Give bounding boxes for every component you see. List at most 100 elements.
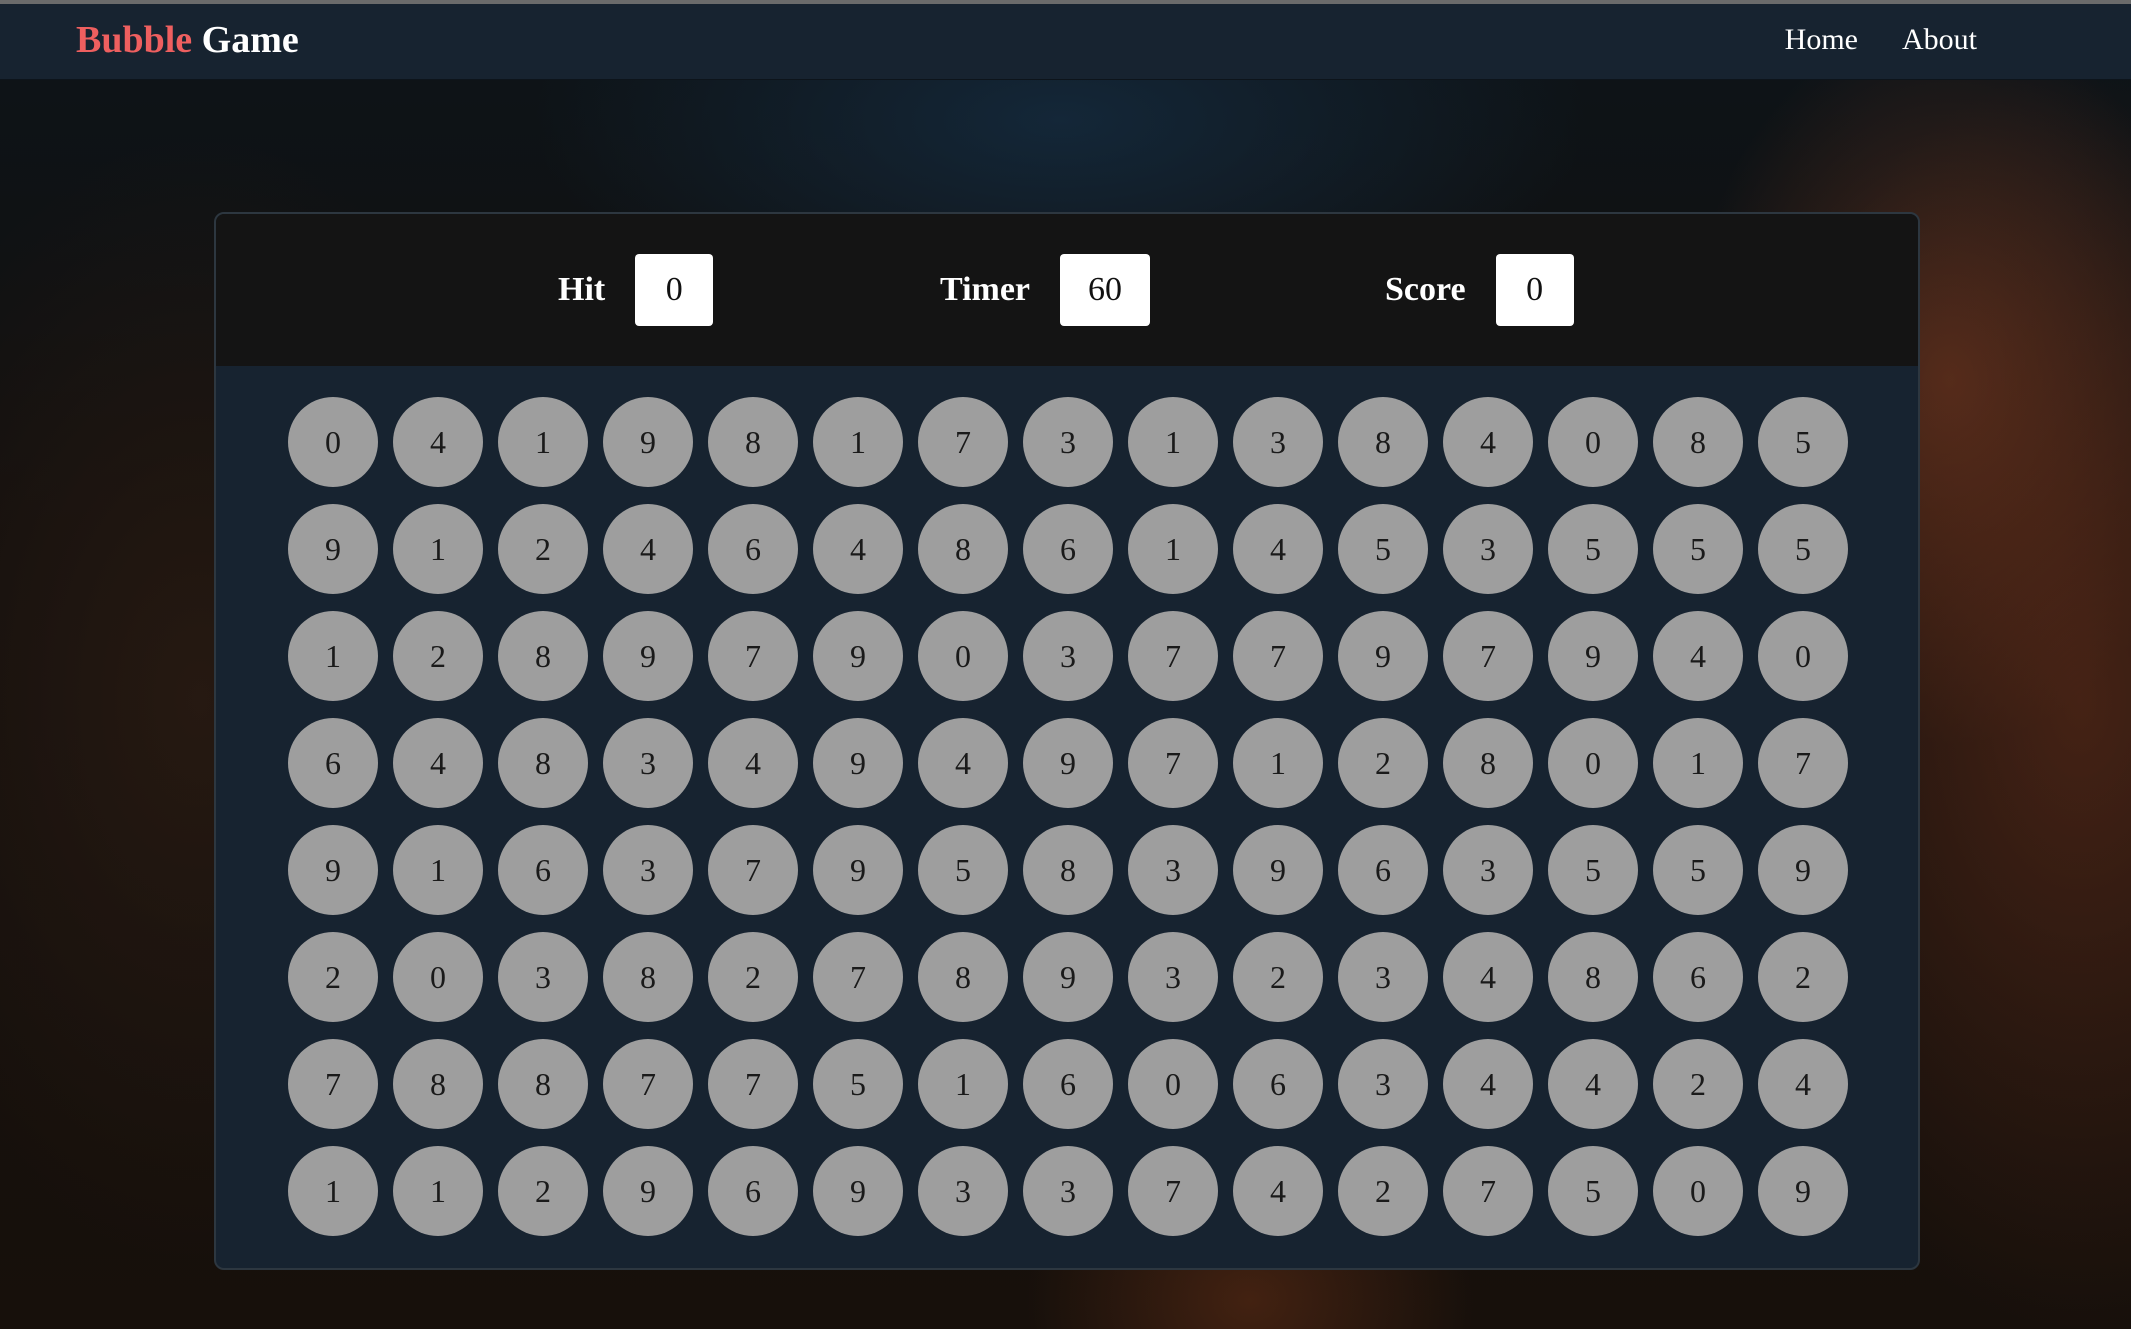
bubble[interactable]: 9 [1023,718,1113,808]
bubble[interactable]: 7 [1758,718,1848,808]
bubble[interactable]: 9 [603,1146,693,1236]
bubble[interactable]: 5 [813,1039,903,1129]
bubble[interactable]: 4 [1653,611,1743,701]
bubble[interactable]: 7 [708,611,798,701]
bubble[interactable]: 6 [708,504,798,594]
bubble[interactable]: 5 [1548,504,1638,594]
bubble[interactable]: 0 [1128,1039,1218,1129]
bubble[interactable]: 6 [708,1146,798,1236]
bubble[interactable]: 3 [1338,932,1428,1022]
bubble[interactable]: 4 [1233,1146,1323,1236]
bubble[interactable]: 0 [1758,611,1848,701]
bubble[interactable]: 2 [1758,932,1848,1022]
bubble[interactable]: 5 [1653,825,1743,915]
bubble[interactable]: 1 [1128,504,1218,594]
bubble[interactable]: 6 [1653,932,1743,1022]
bubble[interactable]: 4 [918,718,1008,808]
bubble[interactable]: 1 [393,825,483,915]
bubble[interactable]: 8 [498,1039,588,1129]
bubble[interactable]: 1 [393,1146,483,1236]
bubble[interactable]: 7 [1443,611,1533,701]
bubble[interactable]: 3 [603,825,693,915]
bubble[interactable]: 2 [498,1146,588,1236]
bubble[interactable]: 1 [1128,397,1218,487]
bubble[interactable]: 3 [1233,397,1323,487]
bubble[interactable]: 4 [1443,932,1533,1022]
bubble[interactable]: 9 [813,1146,903,1236]
bubble[interactable]: 0 [393,932,483,1022]
bubble[interactable]: 9 [1758,1146,1848,1236]
bubble[interactable]: 1 [288,1146,378,1236]
bubble[interactable]: 3 [1128,932,1218,1022]
bubble[interactable]: 1 [1653,718,1743,808]
bubble[interactable]: 6 [288,718,378,808]
bubble[interactable]: 4 [1443,397,1533,487]
bubble[interactable]: 3 [1023,1146,1113,1236]
bubble[interactable]: 4 [393,397,483,487]
bubble[interactable]: 0 [1548,397,1638,487]
bubble[interactable]: 9 [288,825,378,915]
bubble[interactable]: 5 [1548,825,1638,915]
bubble[interactable]: 5 [918,825,1008,915]
bubble[interactable]: 1 [1233,718,1323,808]
bubble[interactable]: 4 [1548,1039,1638,1129]
bubble[interactable]: 4 [1758,1039,1848,1129]
bubble[interactable]: 2 [1338,1146,1428,1236]
bubble[interactable]: 9 [813,611,903,701]
nav-link-about[interactable]: About [1902,22,1977,58]
bubble[interactable]: 3 [1338,1039,1428,1129]
bubble[interactable]: 4 [1233,504,1323,594]
bubble[interactable]: 1 [288,611,378,701]
bubble[interactable]: 9 [603,397,693,487]
bubble[interactable]: 1 [813,397,903,487]
bubble[interactable]: 5 [1653,504,1743,594]
bubble[interactable]: 1 [498,397,588,487]
bubble[interactable]: 2 [1338,718,1428,808]
bubble[interactable]: 6 [1338,825,1428,915]
bubble[interactable]: 6 [1233,1039,1323,1129]
bubble[interactable]: 8 [708,397,798,487]
bubble[interactable]: 6 [498,825,588,915]
bubble[interactable]: 9 [1548,611,1638,701]
bubble[interactable]: 7 [813,932,903,1022]
bubble[interactable]: 0 [1653,1146,1743,1236]
bubble[interactable]: 3 [1443,504,1533,594]
bubble[interactable]: 7 [918,397,1008,487]
bubble[interactable]: 7 [708,1039,798,1129]
bubble[interactable]: 5 [1758,397,1848,487]
bubble[interactable]: 4 [813,504,903,594]
bubble[interactable]: 9 [1233,825,1323,915]
bubble[interactable]: 5 [1758,504,1848,594]
bubble[interactable]: 9 [288,504,378,594]
bubble[interactable]: 9 [603,611,693,701]
bubble[interactable]: 2 [708,932,798,1022]
bubble[interactable]: 8 [393,1039,483,1129]
bubble[interactable]: 0 [1548,718,1638,808]
bubble[interactable]: 8 [1023,825,1113,915]
bubble[interactable]: 9 [813,718,903,808]
bubble[interactable]: 8 [1443,718,1533,808]
bubble[interactable]: 8 [1653,397,1743,487]
bubble[interactable]: 3 [1023,611,1113,701]
bubble[interactable]: 2 [288,932,378,1022]
bubble[interactable]: 9 [813,825,903,915]
bubble[interactable]: 3 [918,1146,1008,1236]
bubble[interactable]: 8 [1338,397,1428,487]
brand-logo[interactable]: Bubble Game [76,18,299,62]
bubble[interactable]: 7 [708,825,798,915]
bubble[interactable]: 0 [918,611,1008,701]
bubble[interactable]: 9 [1338,611,1428,701]
nav-link-home[interactable]: Home [1785,22,1858,58]
bubble[interactable]: 6 [1023,504,1113,594]
bubble[interactable]: 5 [1338,504,1428,594]
bubble[interactable]: 8 [918,504,1008,594]
bubble[interactable]: 8 [603,932,693,1022]
bubble[interactable]: 4 [393,718,483,808]
bubble[interactable]: 3 [498,932,588,1022]
bubble[interactable]: 9 [1023,932,1113,1022]
bubble[interactable]: 7 [603,1039,693,1129]
bubble[interactable]: 7 [1128,611,1218,701]
bubble[interactable]: 3 [603,718,693,808]
bubble[interactable]: 8 [918,932,1008,1022]
bubble[interactable]: 2 [1233,932,1323,1022]
